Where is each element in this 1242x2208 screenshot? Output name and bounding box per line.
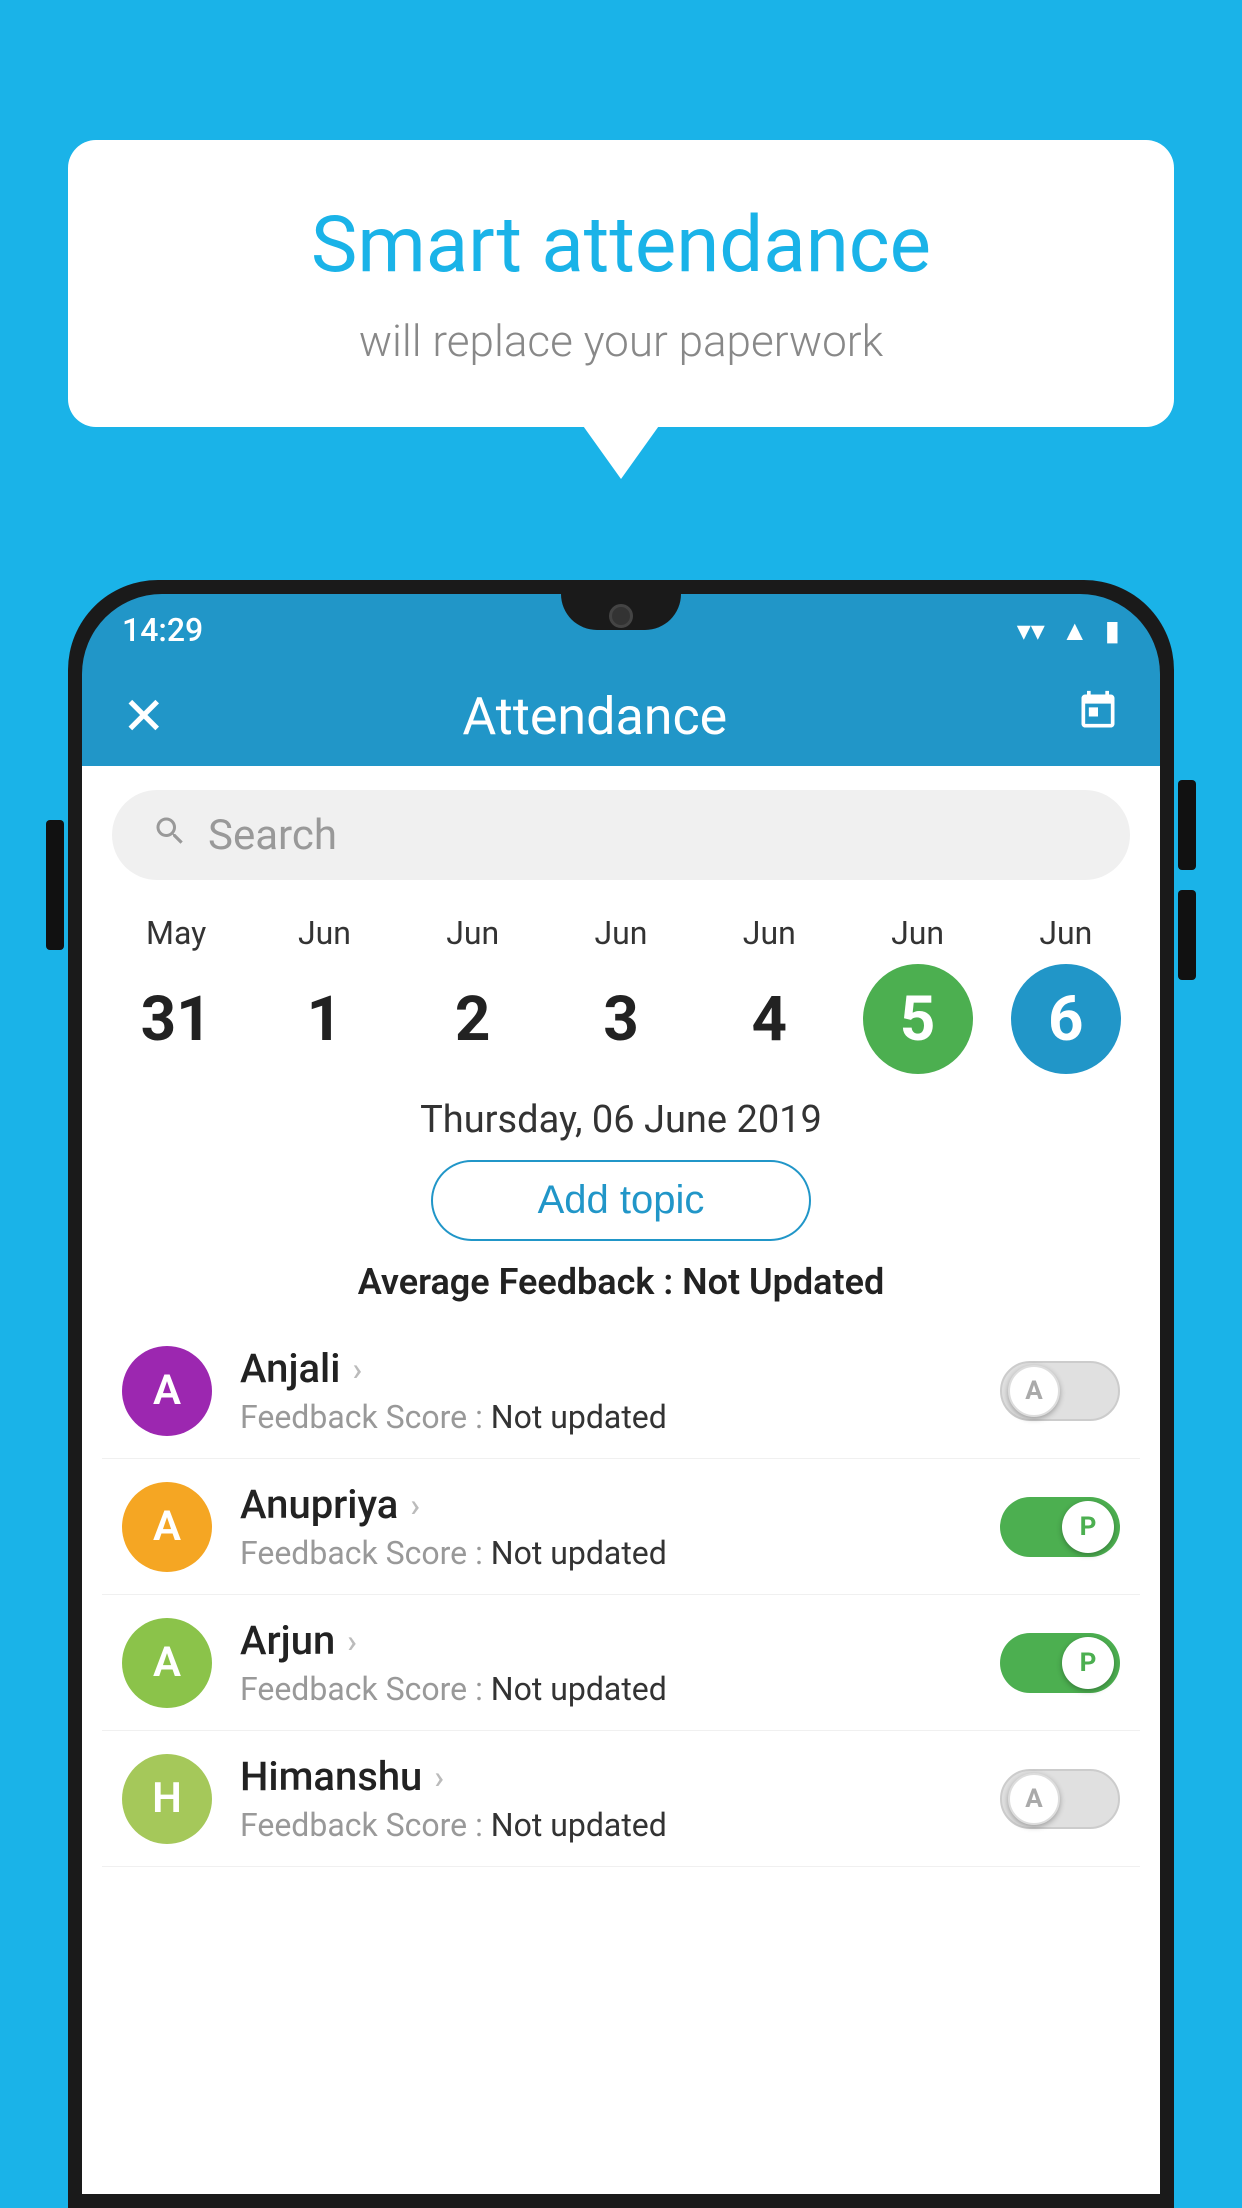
battery-icon: ▮ (1105, 614, 1120, 647)
date-number[interactable]: 4 (714, 964, 824, 1074)
date-number[interactable]: 1 (269, 964, 379, 1074)
date-number[interactable]: 2 (418, 964, 528, 1074)
date-month: Jun (298, 914, 351, 952)
power-button[interactable] (46, 820, 64, 950)
avg-feedback-label: Average Feedback : (358, 1261, 682, 1303)
date-col-0[interactable]: May 31 (111, 914, 241, 1074)
student-feedback: Feedback Score : Not updated (240, 1534, 1000, 1572)
toggle-knob: P (1062, 1501, 1114, 1553)
date-col-5[interactable]: Jun 5 (853, 914, 983, 1074)
avg-feedback-value: Not Updated (682, 1261, 884, 1303)
student-info: Himanshu › Feedback Score : Not updated (240, 1753, 1000, 1844)
chevron-icon: › (434, 1758, 444, 1796)
student-info: Arjun › Feedback Score : Not updated (240, 1617, 1000, 1708)
attendance-toggle[interactable]: P (1000, 1633, 1120, 1693)
date-row: May 31 Jun 1 Jun 2 Jun 3 Jun 4 Jun 5 Jun 6 (82, 904, 1160, 1074)
student-feedback: Feedback Score : Not updated (240, 1806, 1000, 1844)
search-icon (152, 812, 188, 859)
add-topic-button[interactable]: Add topic (431, 1160, 811, 1241)
feedback-value: Not updated (491, 1534, 667, 1572)
toggle-knob: A (1008, 1773, 1060, 1825)
toggle-knob: A (1008, 1365, 1060, 1417)
student-list: AAnjali ›Feedback Score : Not updatedAAA… (82, 1323, 1160, 1867)
date-number[interactable]: 6 (1011, 964, 1121, 1074)
toggle-knob: P (1062, 1637, 1114, 1689)
speech-bubble: Smart attendance will replace your paper… (68, 140, 1174, 427)
volume-up-button[interactable] (1178, 780, 1196, 870)
front-camera (609, 604, 633, 628)
date-month: Jun (595, 914, 648, 952)
attendance-toggle[interactable]: A (1000, 1769, 1120, 1829)
student-avatar: A (122, 1618, 212, 1708)
date-number[interactable]: 3 (566, 964, 676, 1074)
date-col-4[interactable]: Jun 4 (704, 914, 834, 1074)
volume-down-button[interactable] (1178, 890, 1196, 980)
student-avatar: A (122, 1482, 212, 1572)
selected-date-label: Thursday, 06 June 2019 (82, 1098, 1160, 1142)
date-month: Jun (891, 914, 944, 952)
feedback-value: Not updated (491, 1670, 667, 1708)
date-month: Jun (446, 914, 499, 952)
student-item[interactable]: A Arjun › Feedback Score : Not updated P (102, 1595, 1140, 1731)
student-avatar: A (122, 1346, 212, 1436)
close-button[interactable]: ✕ (122, 686, 166, 747)
attendance-toggle[interactable]: P (1000, 1497, 1120, 1557)
status-time: 14:29 (122, 611, 203, 649)
student-info: Anupriya › Feedback Score : Not updated (240, 1481, 1000, 1572)
chevron-icon: › (352, 1350, 362, 1388)
student-name: Arjun › (240, 1617, 1000, 1664)
student-feedback: Feedback Score : Not updated (240, 1670, 1000, 1708)
app-bar: ✕ Attendance (82, 666, 1160, 766)
screen-content: Search May 31 Jun 1 Jun 2 Jun 3 Jun 4 Jun 5 Jun 6 Thu… (82, 766, 1160, 2194)
attendance-toggle[interactable]: A (1000, 1361, 1120, 1421)
date-number[interactable]: 31 (121, 964, 231, 1074)
phone-inner: 14:29 ▾▾ ▲ ▮ ✕ Attendance (82, 594, 1160, 2194)
wifi-icon: ▾▾ (1017, 614, 1045, 647)
student-item[interactable]: AAnjali ›Feedback Score : Not updatedA (102, 1323, 1140, 1459)
student-item[interactable]: H Himanshu › Feedback Score : Not updatedA (102, 1731, 1140, 1867)
search-placeholder: Search (208, 811, 337, 860)
bubble-title: Smart attendance (148, 200, 1094, 291)
date-month: Jun (1039, 914, 1092, 952)
chevron-icon: › (347, 1622, 357, 1660)
speech-bubble-container: Smart attendance will replace your paper… (68, 140, 1174, 427)
date-col-1[interactable]: Jun 1 (259, 914, 389, 1074)
search-bar[interactable]: Search (112, 790, 1130, 880)
phone-frame: 14:29 ▾▾ ▲ ▮ ✕ Attendance (68, 580, 1174, 2208)
status-icons: ▾▾ ▲ ▮ (1017, 614, 1120, 647)
student-item[interactable]: A Anupriya › Feedback Score : Not updated P (102, 1459, 1140, 1595)
signal-icon: ▲ (1061, 614, 1089, 647)
date-col-2[interactable]: Jun 2 (408, 914, 538, 1074)
bubble-subtitle: will replace your paperwork (148, 315, 1094, 367)
student-name: Himanshu › (240, 1753, 1000, 1800)
student-avatar: H (122, 1754, 212, 1844)
date-col-3[interactable]: Jun 3 (556, 914, 686, 1074)
date-number[interactable]: 5 (863, 964, 973, 1074)
date-month: May (146, 914, 206, 952)
app-bar-title: Attendance (166, 686, 1024, 747)
calendar-icon[interactable] (1076, 689, 1120, 744)
student-name: Anupriya › (240, 1481, 1000, 1528)
student-info: Anjali › Feedback Score : Not updated (240, 1345, 1000, 1436)
feedback-value: Not updated (491, 1398, 667, 1436)
phone-notch (561, 594, 681, 630)
student-name: Anjali › (240, 1345, 1000, 1392)
feedback-value: Not updated (491, 1806, 667, 1844)
avg-feedback: Average Feedback : Not Updated (82, 1261, 1160, 1303)
date-month: Jun (743, 914, 796, 952)
chevron-icon: › (410, 1486, 420, 1524)
date-col-6[interactable]: Jun 6 (1001, 914, 1131, 1074)
student-feedback: Feedback Score : Not updated (240, 1398, 1000, 1436)
